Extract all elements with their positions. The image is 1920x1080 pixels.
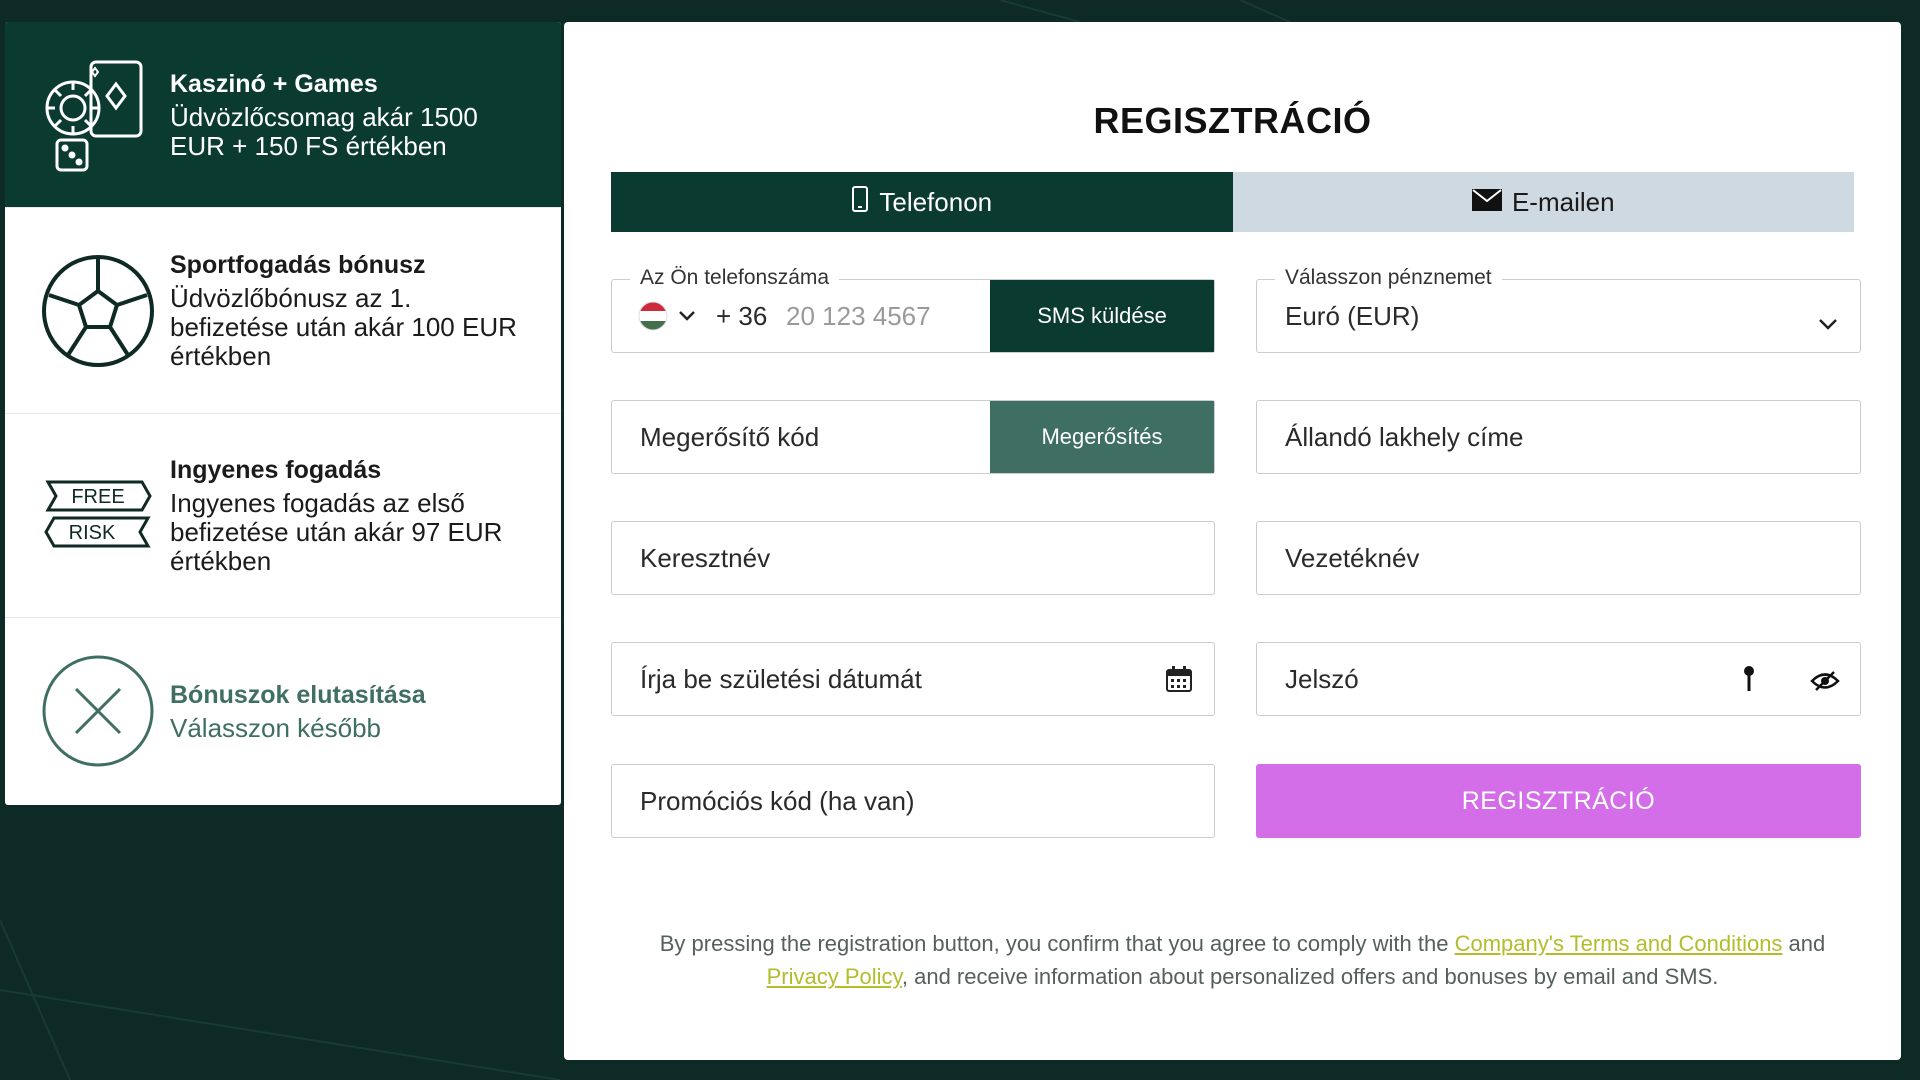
phone-icon — [851, 185, 869, 220]
bonus-description: Üdvözlőbónusz az 1. befizetése után akár… — [170, 283, 517, 371]
bonus-title: Kaszinó + Games — [170, 69, 378, 98]
currency-legend: Válasszon pénznemet — [1275, 266, 1502, 290]
page-title: REGISZTRÁCIÓ — [1093, 100, 1372, 141]
key-icon[interactable] — [1742, 665, 1756, 700]
phone-field: Az Ön telefonszáma + 36 20 123 4567 SMS … — [611, 266, 1215, 353]
address-field[interactable]: Állandó lakhely címe — [1256, 400, 1861, 474]
tab-email[interactable]: E-mailen — [1232, 172, 1854, 232]
casino-chips-cards-icon — [39, 56, 157, 174]
country-selector[interactable] — [638, 301, 696, 331]
hungary-flag-icon — [638, 301, 668, 331]
legal-text: and — [1782, 931, 1826, 956]
privacy-policy-link[interactable]: Privacy Policy — [767, 964, 902, 989]
tab-phone[interactable]: Telefonon — [611, 172, 1233, 232]
calendar-icon[interactable] — [1166, 666, 1192, 699]
bonus-description: Válasszon később — [170, 712, 382, 743]
bonus-selection-panel: Kaszinó + Games Üdvözlőcsomag akár 1500 … — [5, 22, 561, 805]
first-name-input[interactable]: Keresztnév — [640, 543, 770, 574]
free-label: FREE — [71, 486, 124, 508]
bonus-option-decline[interactable]: Bónuszok elutasítása Válasszon később — [5, 618, 561, 804]
terms-link[interactable]: Company's Terms and Conditions — [1455, 931, 1783, 956]
close-circle-icon — [39, 652, 157, 770]
legal-text: , and receive information about personal… — [901, 964, 1719, 989]
risk-label: RISK — [69, 522, 116, 544]
birthdate-field[interactable]: Írja be születési dátumát — [611, 642, 1215, 716]
bonus-option-free-bet[interactable]: FREE RISK Ingyenes fogadás Ingyenes foga… — [5, 414, 561, 618]
password-input[interactable]: Jelszó — [1285, 664, 1359, 695]
chevron-down-icon — [679, 311, 695, 321]
confirm-button[interactable]: Megerősítés — [990, 401, 1214, 473]
register-button[interactable]: REGISZTRÁCIÓ — [1256, 764, 1861, 838]
password-field[interactable]: Jelszó — [1256, 642, 1861, 716]
envelope-icon — [1471, 187, 1502, 218]
free-risk-ticket-icon: FREE RISK — [39, 457, 157, 575]
bonus-option-sport[interactable]: Sportfogadás bónusz Üdvözlőbónusz az 1. … — [5, 208, 561, 414]
soccer-ball-icon — [39, 252, 157, 370]
tab-label: Telefonon — [879, 186, 993, 217]
currency-select[interactable]: Válasszon pénznemet Euró (EUR) — [1256, 266, 1861, 353]
bonus-title: Bónuszok elutasítása — [170, 680, 426, 709]
confirmation-code-field[interactable]: Megerősítő kód Megerősítés — [611, 400, 1215, 474]
last-name-input[interactable]: Vezetéknév — [1285, 543, 1419, 574]
bonus-option-casino[interactable]: Kaszinó + Games Üdvözlőcsomag akár 1500 … — [5, 22, 561, 208]
tab-label: E-mailen — [1511, 186, 1615, 217]
last-name-field[interactable]: Vezetéknév — [1256, 521, 1861, 595]
registration-method-tabs: Telefonon E-mailen — [611, 172, 1854, 232]
phone-prefix: + 36 — [716, 300, 768, 331]
bonus-title: Ingyenes fogadás — [170, 456, 382, 484]
promo-code-input[interactable]: Promóciós kód (ha van) — [640, 786, 915, 817]
bonus-description: Ingyenes fogadás az első befizetése után… — [170, 488, 503, 576]
registration-card: REGISZTRÁCIÓ Telefonon E-mailen Az Ön te… — [564, 22, 1901, 1060]
birthdate-input[interactable]: Írja be születési dátumát — [640, 664, 922, 695]
chevron-down-icon — [1818, 307, 1838, 338]
eye-hidden-icon[interactable] — [1810, 668, 1840, 699]
address-input[interactable]: Állandó lakhely címe — [1285, 422, 1523, 453]
send-sms-button[interactable]: SMS küldése — [990, 280, 1214, 352]
legal-disclaimer: By pressing the registration button, you… — [624, 927, 1861, 993]
bonus-title: Sportfogadás bónusz — [170, 251, 426, 279]
confirmation-code-input[interactable]: Megerősítő kód — [640, 422, 819, 453]
first-name-field[interactable]: Keresztnév — [611, 521, 1215, 595]
legal-text: By pressing the registration button, you… — [659, 931, 1455, 956]
phone-input[interactable]: 20 123 4567 — [786, 301, 931, 332]
phone-legend: Az Ön telefonszáma — [630, 266, 840, 290]
bonus-description: Üdvözlőcsomag akár 1500 EUR + 150 FS ért… — [170, 101, 478, 161]
promo-code-field[interactable]: Promóciós kód (ha van) — [611, 764, 1215, 838]
currency-value: Euró (EUR) — [1285, 300, 1420, 331]
